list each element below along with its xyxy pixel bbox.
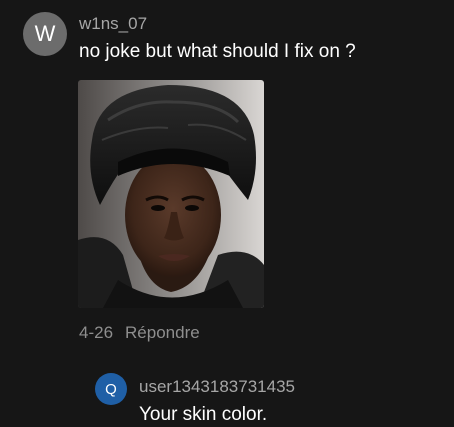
reply-avatar-letter: Q xyxy=(105,380,117,398)
reply-button[interactable]: Répondre xyxy=(125,323,200,342)
portrait-image xyxy=(78,80,264,308)
comment-photo[interactable] xyxy=(78,80,264,308)
comment-username[interactable]: w1ns_07 xyxy=(79,14,147,34)
reply-username[interactable]: user1343183731435 xyxy=(139,377,295,397)
avatar-letter: W xyxy=(34,21,56,46)
comment-text: no joke but what should I fix on ? xyxy=(79,41,356,62)
avatar[interactable]: W xyxy=(23,12,67,56)
comment-date: 4-26 xyxy=(79,323,114,342)
reply-avatar[interactable]: Q xyxy=(95,373,127,405)
reply-text: Your skin color. xyxy=(139,404,268,425)
comment-meta: 4-26 Répondre xyxy=(79,323,200,343)
